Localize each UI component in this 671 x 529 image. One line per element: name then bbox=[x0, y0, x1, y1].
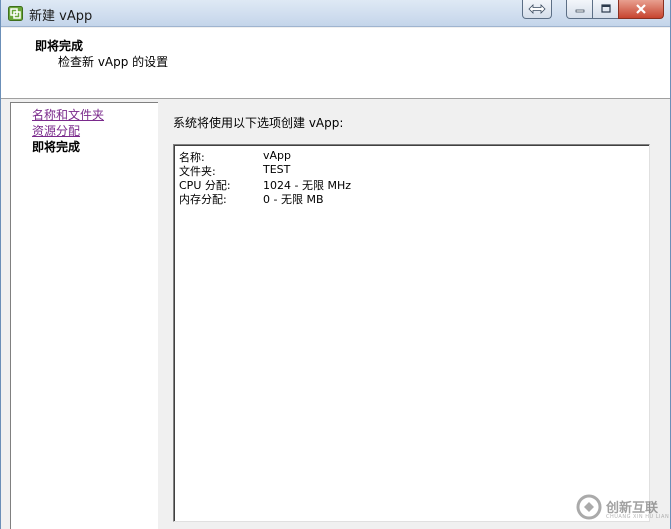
summary-value: TEST bbox=[263, 163, 291, 176]
restore-layout-button[interactable] bbox=[522, 0, 552, 19]
page-title: 即将完成 bbox=[35, 39, 84, 53]
page-subtitle: 检查新 vApp 的设置 bbox=[58, 55, 169, 69]
summary-value: vApp bbox=[263, 149, 291, 162]
watermark: 创新互联 CHUANG XIN HU LIAN bbox=[573, 488, 671, 529]
summary-intro-text: 系统将使用以下选项创建 vApp: bbox=[173, 116, 344, 130]
close-button[interactable] bbox=[618, 0, 664, 19]
summary-value: 0 - 无限 MB bbox=[263, 193, 324, 206]
window-title: 新建 vApp bbox=[29, 9, 93, 24]
summary-key: 内存分配: bbox=[179, 193, 227, 206]
wizard-steps-nav: 名称和文件夹 资源分配 即将完成 bbox=[10, 102, 158, 529]
nav-step-name-folder[interactable]: 名称和文件夹 bbox=[32, 106, 104, 123]
nav-step-ready-to-complete: 即将完成 bbox=[32, 140, 81, 154]
maximize-button[interactable] bbox=[592, 0, 619, 19]
wizard-header: 即将完成 检查新 vApp 的设置 bbox=[1, 28, 670, 99]
nav-step-resource-allocation[interactable]: 资源分配 bbox=[32, 122, 80, 139]
title-bar[interactable]: 新建 vApp bbox=[1, 0, 670, 27]
summary-textbox[interactable]: 名称: vApp 文件夹: TEST CPU 分配: 1024 - 无限 MHz… bbox=[173, 144, 650, 522]
vsphere-app-icon bbox=[8, 6, 23, 21]
minimize-button[interactable] bbox=[566, 0, 593, 19]
vapp-wizard-window: 新建 vApp 即将完成 检查新 vApp 的设置 名称和文件夹 资源分配 即将… bbox=[0, 0, 671, 529]
maximize-icon bbox=[600, 4, 611, 13]
watermark-logo-icon bbox=[576, 494, 602, 520]
double-arrow-icon bbox=[528, 4, 546, 14]
close-icon bbox=[636, 4, 646, 14]
minimize-icon bbox=[575, 9, 584, 13]
watermark-subtext: CHUANG XIN HU LIAN bbox=[606, 514, 670, 520]
